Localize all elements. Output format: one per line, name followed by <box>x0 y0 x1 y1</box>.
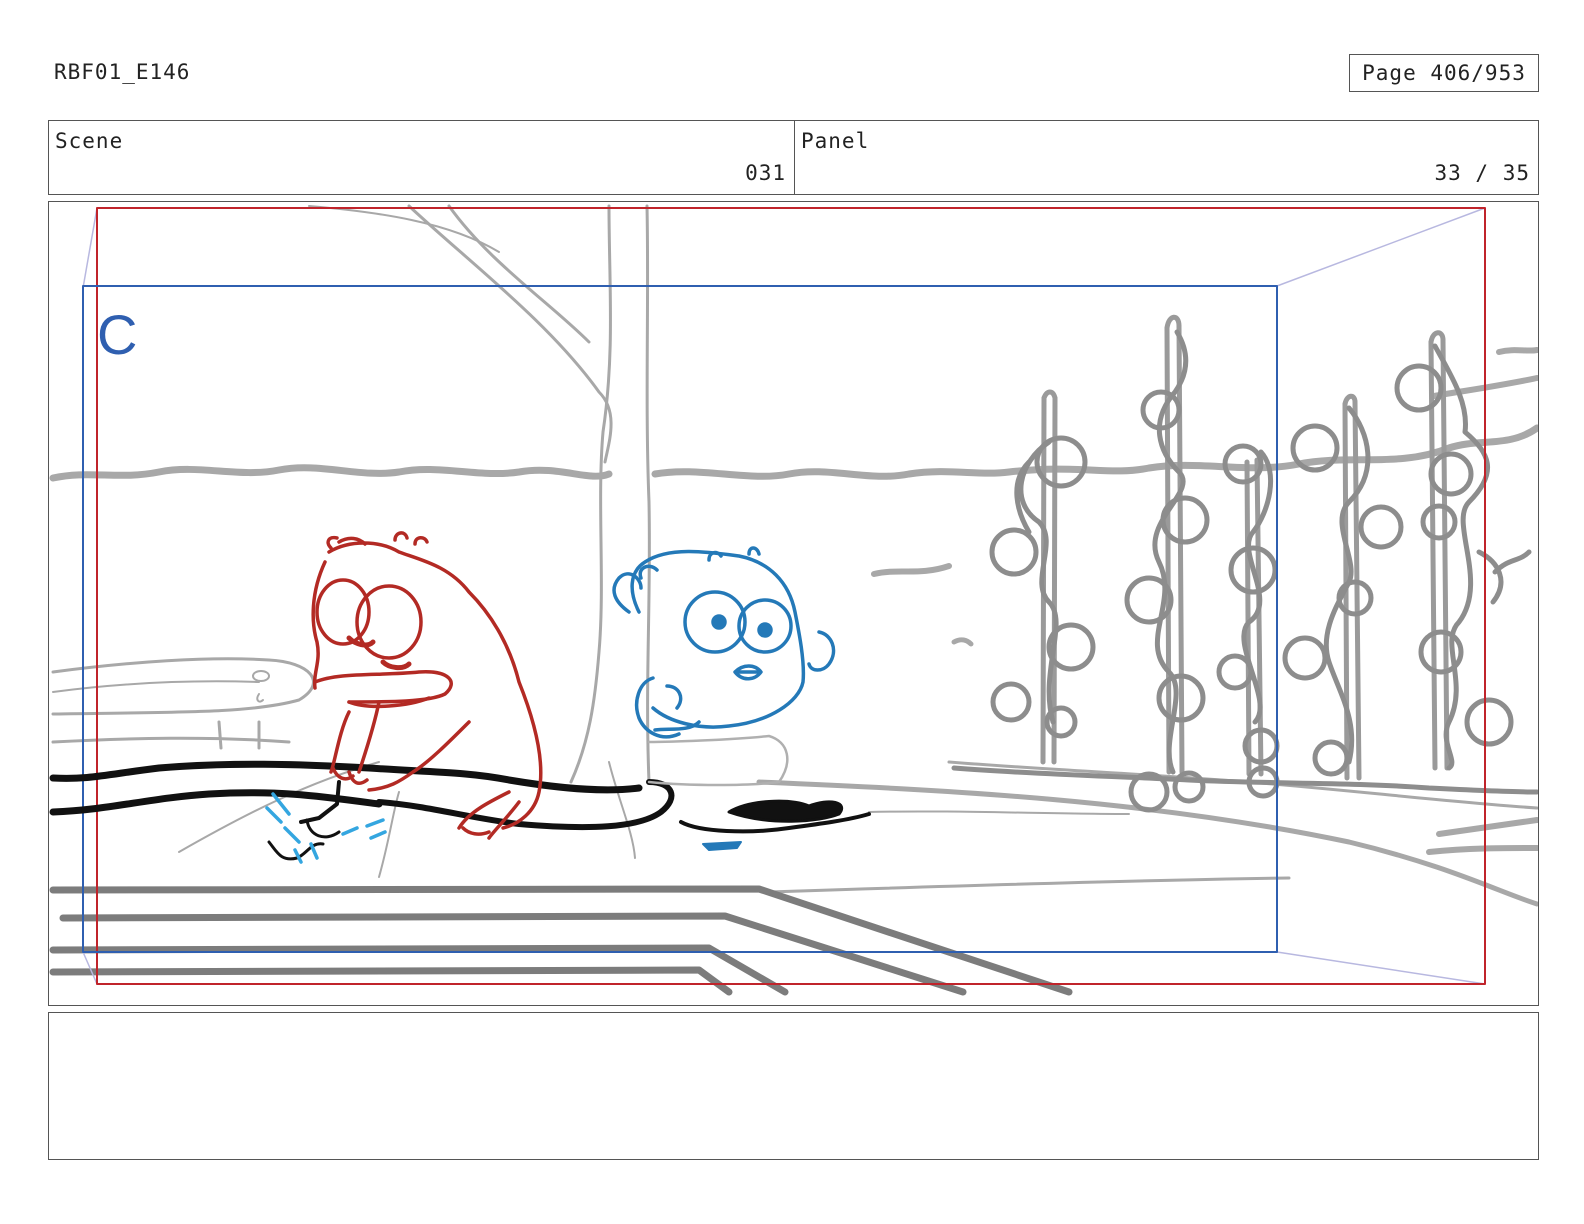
panel-cell: Panel 33 / 35 <box>795 121 1538 194</box>
pool-edge <box>49 885 1073 996</box>
camera-marker: C <box>97 303 137 366</box>
red-character <box>311 531 543 840</box>
production-code: RBF01_E146 <box>54 60 191 84</box>
scene-number: 031 <box>745 161 786 185</box>
garden-hose <box>49 760 871 861</box>
blue-ground-mark <box>702 841 742 851</box>
tree-trunk <box>569 204 612 784</box>
panel-label: Panel <box>801 129 870 153</box>
blue-character-body <box>647 734 789 787</box>
scene-cell: Scene 031 <box>49 121 795 194</box>
hedge-line <box>49 464 613 482</box>
notes-box <box>48 1012 1539 1160</box>
page-number: Page 406/953 <box>1362 61 1526 85</box>
page-number-box: Page 406/953 <box>1349 54 1539 92</box>
panel-number: 33 / 35 <box>1434 161 1530 185</box>
camera-fields <box>82 207 1486 985</box>
vine-base-line <box>951 765 1538 795</box>
hedge-line-right <box>651 424 1538 480</box>
inner-camera-field <box>82 285 1278 953</box>
perspective-guides <box>82 207 1486 985</box>
storyboard-sketch: C <box>49 204 1538 996</box>
hose-puddle <box>727 799 843 823</box>
scene-panel-table: Scene 031 Panel 33 / 35 <box>48 120 1539 195</box>
bench <box>51 657 315 716</box>
scene-label: Scene <box>55 129 124 153</box>
storyboard-panel: C <box>48 201 1539 1006</box>
